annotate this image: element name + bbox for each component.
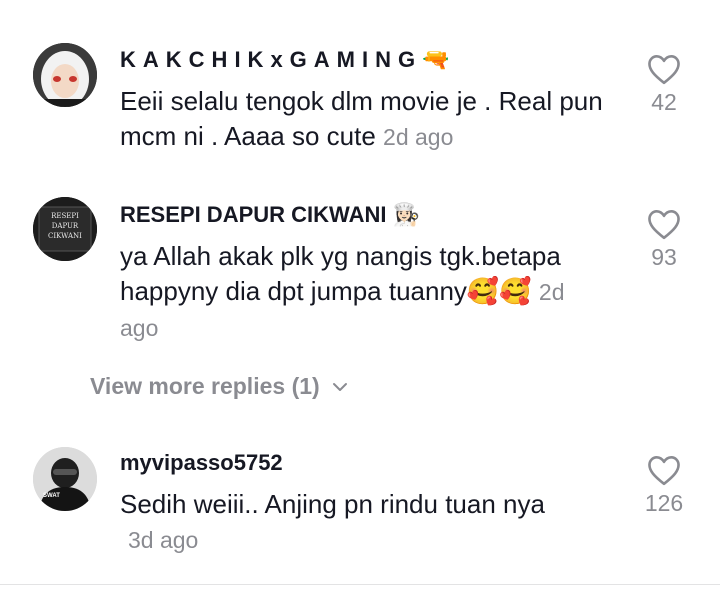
username[interactable]: KAKCHIKxGAMING🔫 — [120, 47, 457, 73]
divider — [0, 584, 720, 585]
view-more-replies-button[interactable]: View more replies (1) — [90, 373, 348, 400]
like-count: 42 — [651, 89, 677, 115]
like-button[interactable]: 126 — [630, 454, 698, 517]
heart-icon[interactable] — [646, 454, 682, 486]
like-button[interactable]: 42 — [630, 53, 698, 116]
avatar-swat-icon — [33, 447, 97, 511]
comment-text: Eeii selalu tengok dlm movie je . Real p… — [120, 86, 603, 151]
like-count: 126 — [644, 490, 684, 516]
comment-text: ya Allah akak plk yg nangis tgk.betapa h… — [120, 241, 565, 341]
avatar-logo-text: RESEPI — [51, 212, 79, 220]
comment-time: 2d ago — [383, 124, 454, 150]
heart-icon[interactable] — [646, 53, 682, 85]
comment-time: 3d ago — [128, 527, 199, 553]
avatar[interactable] — [33, 43, 97, 107]
like-count: 93 — [651, 244, 677, 270]
avatar[interactable]: SWAT — [33, 447, 97, 511]
like-button[interactable]: 93 — [630, 208, 698, 271]
comment-text: Sedih weiii.. Anjing pn rindu tuan nya — [120, 489, 545, 519]
avatar-logo-text: CIKWANI — [48, 232, 82, 240]
avatar-woman-hijab-icon — [33, 43, 97, 107]
username[interactable]: myvipasso5752 — [120, 450, 283, 476]
avatar-logo-text: DAPUR — [51, 222, 79, 230]
avatar-label: SWAT — [43, 493, 60, 499]
chevron-down-icon — [332, 382, 347, 391]
avatar[interactable]: RESEPI DAPUR CIKWANI — [33, 197, 97, 261]
view-more-replies-label: View more replies (1) — [90, 373, 320, 399]
username[interactable]: RESEPI DAPUR CIKWANI 👩🏻‍🍳 — [120, 202, 420, 228]
heart-icon[interactable] — [646, 208, 682, 240]
